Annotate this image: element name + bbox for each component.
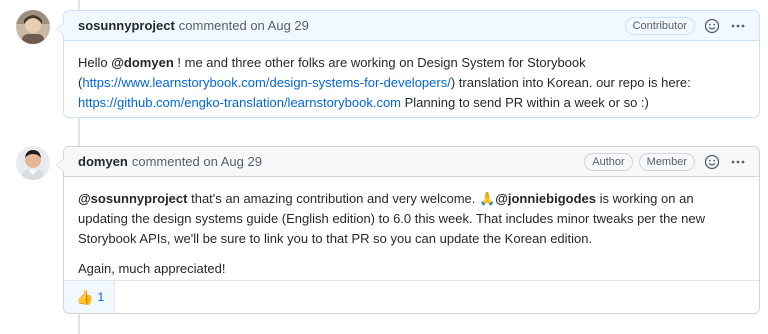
user-mention[interactable]: @sosunnyproject (78, 191, 187, 206)
comment-paragraph: Again, much appreciated! (78, 261, 226, 276)
text: Hello (78, 55, 112, 70)
text: ) translation into Korean. our repo is h… (450, 75, 691, 90)
folded-hands-emoji: 🙏 (479, 191, 496, 206)
comment-author[interactable]: domyen (78, 154, 128, 169)
comment-caret (56, 22, 64, 36)
comment-timestamp[interactable]: commented on Aug 29 (132, 154, 262, 169)
text: Planning to send PR within a week or so … (401, 95, 649, 110)
user-mention[interactable]: @jonniebigodes (495, 191, 596, 206)
link[interactable]: https://github.com/engko-translation/lea… (78, 95, 401, 110)
smiley-icon[interactable] (703, 17, 721, 35)
kebab-horizontal-icon[interactable] (729, 17, 747, 35)
comment-box: sosunnyproject commented on Aug 29 Contr… (56, 10, 760, 118)
comment-paragraph: @sosunnyproject that's an amazing contri… (78, 189, 745, 249)
comment-header: domyen commented on Aug 29 Author Member (64, 147, 759, 177)
thumbs-up-icon: 👍 (76, 288, 94, 305)
user-mention[interactable]: @domyen (111, 55, 174, 70)
comment-timestamp[interactable]: commented on Aug 29 (179, 18, 309, 33)
comment-caret (56, 158, 64, 172)
reaction-count: 1 (97, 290, 105, 304)
comment-box: domyen commented on Aug 29 Author Member… (56, 146, 760, 314)
thumbs-up-reaction[interactable]: 👍 1 (64, 281, 116, 313)
smiley-icon[interactable] (703, 153, 721, 171)
contributor-badge: Contributor (624, 16, 695, 35)
kebab-horizontal-icon[interactable] (729, 153, 747, 171)
avatar[interactable] (16, 10, 50, 44)
text: that's an amazing contribution and very … (187, 191, 480, 206)
member-badge: Member (638, 152, 695, 171)
comment-author[interactable]: sosunnyproject (78, 18, 175, 33)
reactions-bar: 👍 1 (64, 280, 759, 313)
comment-body: Hello @domyen ! me and three other folks… (64, 41, 759, 135)
comment-header: sosunnyproject commented on Aug 29 Contr… (64, 11, 759, 41)
author-badge: Author (584, 152, 633, 171)
comment-paragraph: Hello @domyen ! me and three other folks… (78, 53, 745, 113)
link[interactable]: https://www.learnstorybook.com/design-sy… (82, 75, 450, 90)
avatar[interactable] (16, 146, 50, 180)
